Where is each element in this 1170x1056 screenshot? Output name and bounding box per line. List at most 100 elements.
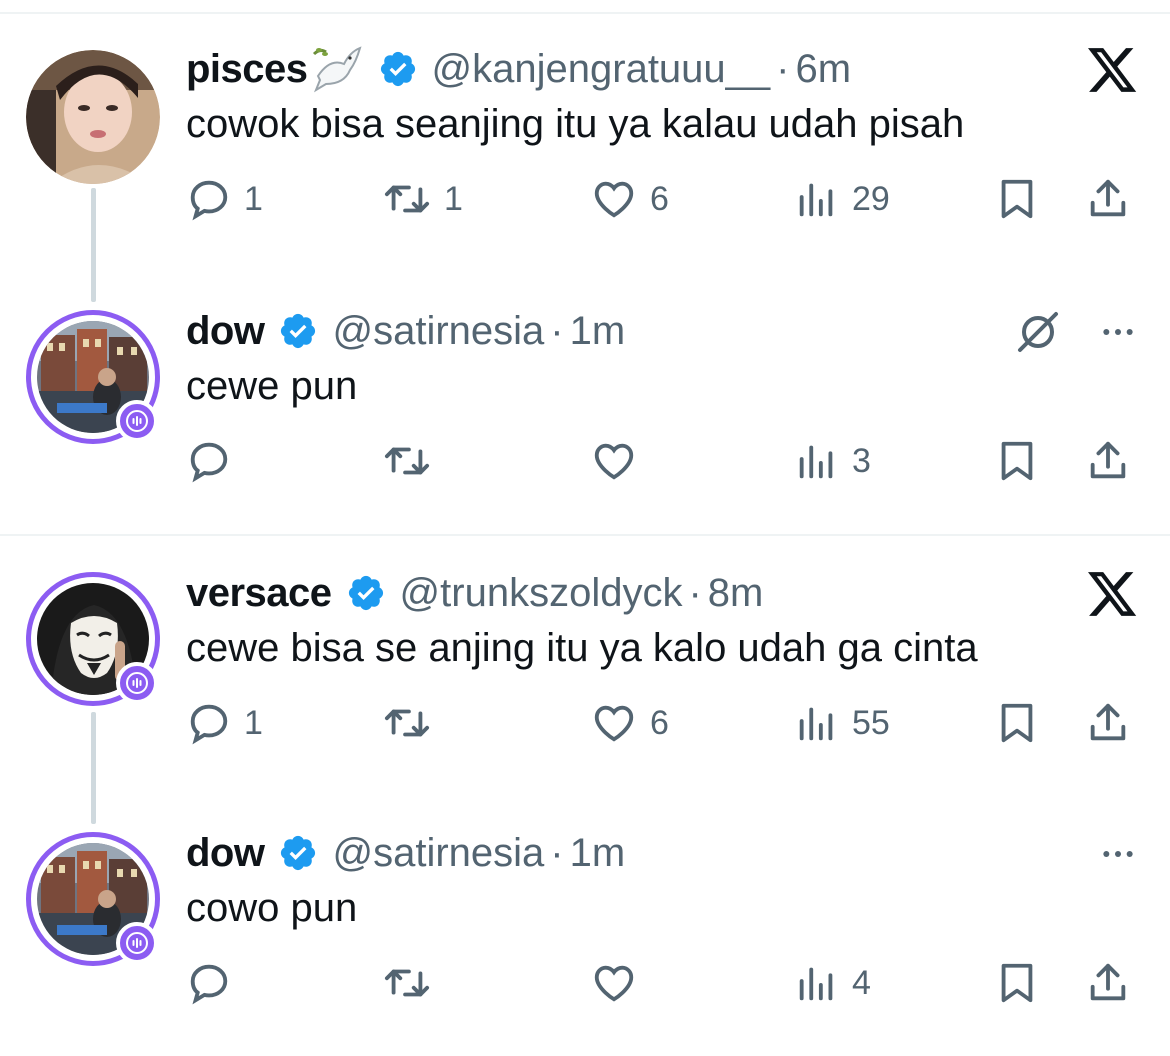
timestamp[interactable]: 6m — [796, 47, 852, 92]
bookmark-icon — [1001, 441, 1033, 481]
handle[interactable]: @satirnesia — [332, 831, 544, 876]
like-button[interactable] — [590, 434, 650, 488]
share-icon — [1090, 441, 1126, 479]
like-button[interactable]: 6 — [590, 696, 669, 750]
like-button[interactable]: 6 — [590, 172, 669, 226]
tweet-header: pisces @kanjengratuuu__ · 6m — [186, 44, 851, 94]
views-count: 29 — [852, 179, 890, 218]
tweet-header: dow @satirnesia · 1m — [186, 306, 625, 356]
views-count: 55 — [852, 703, 890, 742]
reply-icon — [190, 704, 228, 745]
retweet-icon — [384, 709, 430, 737]
share-button[interactable] — [1084, 696, 1132, 750]
tweet-3[interactable]: versace @trunkszoldyck · 8m cewe bisa se… — [0, 568, 1170, 830]
tweet-text: cewe pun — [186, 364, 358, 408]
tweet-text: cowok bisa seanjing itu ya kalau udah pi… — [186, 102, 965, 146]
avatar-photo — [26, 50, 160, 184]
tweet-1[interactable]: pisces @kanjengratuuu__ · 6m cowok bisa … — [0, 44, 1170, 306]
tweet-2[interactable]: dow @satirnesia · 1m cewe pun 3 — [0, 306, 1170, 568]
separator: · — [776, 46, 790, 91]
tweet-4[interactable]: dow @satirnesia · 1m cowo pun 4 — [0, 828, 1170, 1056]
views-icon — [799, 707, 833, 741]
share-button[interactable] — [1084, 172, 1132, 226]
timestamp[interactable]: 1m — [570, 309, 626, 354]
display-name[interactable]: pisces — [186, 47, 308, 92]
bookmark-button[interactable] — [994, 434, 1040, 488]
timestamp[interactable]: 8m — [708, 571, 764, 616]
tweet-text: cowo pun — [186, 886, 358, 930]
top-divider — [0, 12, 1170, 14]
reply-icon — [190, 180, 228, 221]
reply-button[interactable]: 1 — [186, 696, 263, 750]
reply-icon — [190, 442, 228, 483]
x-logo-icon[interactable] — [1088, 572, 1138, 618]
heart-icon — [594, 443, 634, 480]
handle[interactable]: @trunkszoldyck — [400, 571, 683, 616]
share-icon — [1090, 703, 1126, 741]
action-bar: 1 1 6 29 — [186, 172, 1146, 226]
share-button[interactable] — [1084, 434, 1132, 488]
action-bar: 4 — [186, 956, 1146, 1010]
bookmark-button[interactable] — [994, 172, 1040, 226]
display-name[interactable]: dow — [186, 309, 265, 354]
action-bar: 1 6 55 — [186, 696, 1146, 750]
verified-badge-icon — [346, 573, 386, 613]
verified-badge-icon — [278, 833, 318, 873]
tweet-header: dow @satirnesia · 1m — [186, 828, 625, 878]
reply-button[interactable]: 1 — [186, 172, 263, 226]
handle[interactable]: @kanjengratuuu__ — [432, 47, 771, 92]
handle[interactable]: @satirnesia — [332, 309, 544, 354]
separator: · — [550, 308, 564, 353]
reply-icon — [190, 964, 228, 1005]
reply-button[interactable] — [186, 956, 244, 1010]
views-count: 3 — [852, 441, 871, 480]
like-count: 6 — [650, 179, 669, 218]
x-logo-icon[interactable] — [1088, 48, 1138, 94]
views-button[interactable]: 55 — [794, 696, 890, 750]
display-name[interactable]: versace — [186, 571, 332, 616]
bookmark-icon — [1001, 703, 1033, 743]
views-button[interactable]: 29 — [794, 172, 890, 226]
retweet-icon — [384, 185, 430, 213]
reply-button[interactable] — [186, 434, 244, 488]
verified-badge-icon — [378, 49, 418, 89]
views-count: 4 — [852, 963, 871, 1002]
timestamp[interactable]: 1m — [570, 831, 626, 876]
tweet-text: cewe bisa se anjing itu ya kalo udah ga … — [186, 626, 978, 670]
heart-icon — [594, 181, 634, 218]
separator: · — [550, 830, 564, 875]
avatar-dow[interactable] — [26, 310, 160, 444]
reply-count: 1 — [244, 179, 263, 218]
bookmark-button[interactable] — [994, 956, 1040, 1010]
share-icon — [1090, 963, 1126, 1001]
bookmark-button[interactable] — [994, 696, 1040, 750]
retweet-button[interactable] — [382, 434, 444, 488]
more-icon[interactable] — [1098, 312, 1138, 352]
retweet-button[interactable]: 1 — [382, 172, 463, 226]
spaces-badge-icon — [116, 922, 158, 964]
reply-count: 1 — [244, 703, 263, 742]
heart-icon — [594, 965, 634, 1002]
bookmark-icon — [1001, 963, 1033, 1003]
like-button[interactable] — [590, 956, 650, 1010]
views-button[interactable]: 3 — [794, 434, 871, 488]
views-icon — [799, 445, 833, 479]
views-icon — [799, 967, 833, 1001]
views-button[interactable]: 4 — [794, 956, 871, 1010]
retweet-button[interactable] — [382, 956, 444, 1010]
views-icon — [799, 183, 833, 217]
avatar-dow[interactable] — [26, 832, 160, 966]
dove-icon — [310, 44, 364, 94]
share-icon — [1090, 179, 1126, 217]
avatar-versace[interactable] — [26, 572, 160, 706]
avatar-pisces[interactable] — [26, 50, 160, 184]
share-button[interactable] — [1084, 956, 1132, 1010]
more-icon[interactable] — [1098, 834, 1138, 874]
grok-icon[interactable] — [1014, 308, 1062, 356]
display-name[interactable]: dow — [186, 831, 265, 876]
spaces-badge-icon — [116, 662, 158, 704]
verified-badge-icon — [278, 311, 318, 351]
action-bar: 3 — [186, 434, 1146, 488]
like-count: 6 — [650, 703, 669, 742]
retweet-button[interactable] — [382, 696, 444, 750]
